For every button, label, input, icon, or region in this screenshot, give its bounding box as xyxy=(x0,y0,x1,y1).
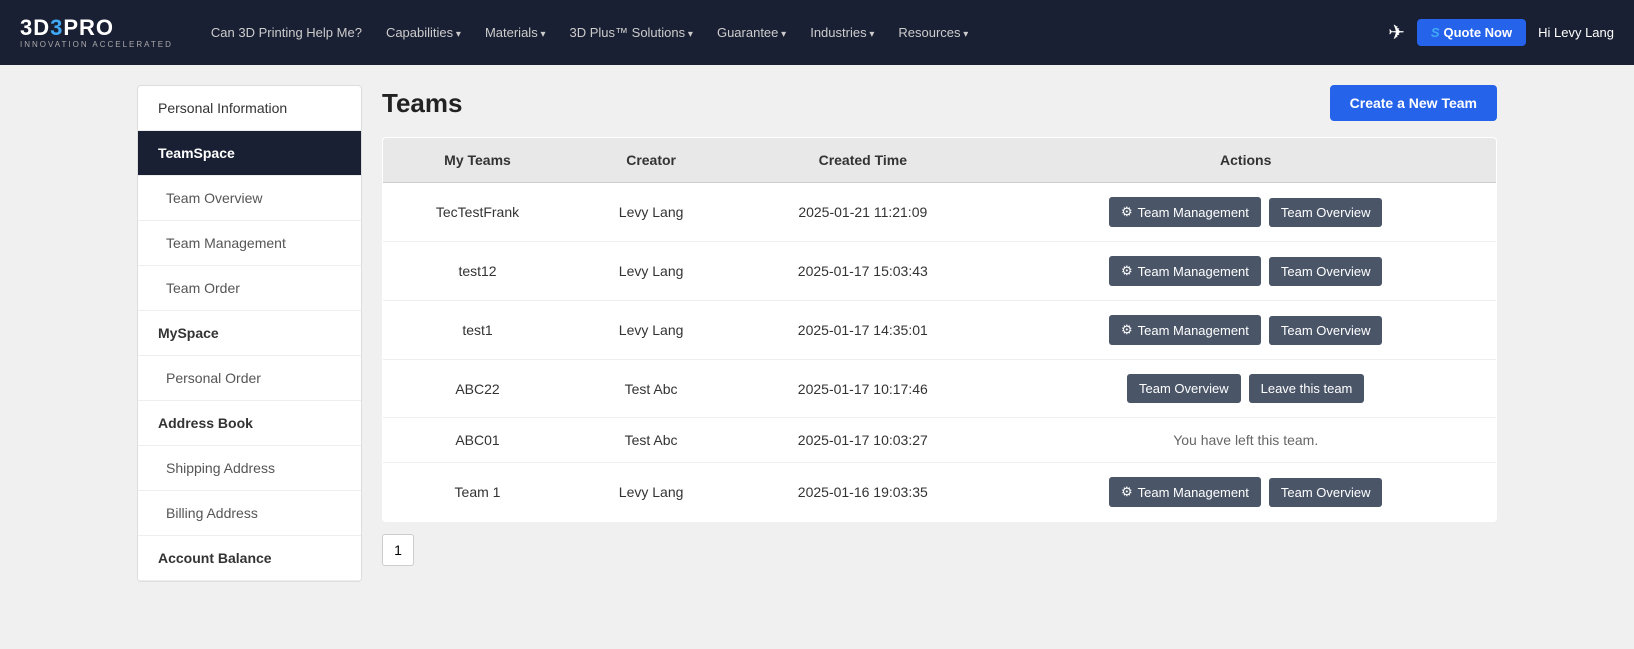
cell-creator: Levy Lang xyxy=(572,463,730,522)
team-overview-button[interactable]: Team Overview xyxy=(1269,257,1383,286)
cell-actions: ⚙ Team Management Team Overview xyxy=(995,183,1496,242)
sidebar-item-team-overview[interactable]: Team Overview xyxy=(138,176,361,221)
team-overview-button[interactable]: Team Overview xyxy=(1269,198,1383,227)
sidebar-item-account-balance[interactable]: Account Balance xyxy=(138,536,361,581)
cell-team-name: Team 1 xyxy=(383,463,573,522)
nav-link-help[interactable]: Can 3D Printing Help Me? xyxy=(201,17,372,48)
sidebar-item-billing-address[interactable]: Billing Address xyxy=(138,491,361,536)
content: Teams Create a New Team My Teams Creator… xyxy=(382,85,1497,582)
team-overview-button[interactable]: Team Overview xyxy=(1127,374,1241,403)
leave-team-button[interactable]: Leave this team xyxy=(1249,374,1365,403)
logo-text: 3D3PRO xyxy=(20,16,114,40)
nav-link-guarantee[interactable]: Guarantee xyxy=(707,17,796,48)
team-management-button[interactable]: ⚙ Team Management xyxy=(1109,256,1261,286)
cell-actions: Team Overview Leave this team xyxy=(995,360,1496,418)
sidebar-item-personal-order[interactable]: Personal Order xyxy=(138,356,361,401)
table-row: test12Levy Lang2025-01-17 15:03:43 ⚙ Team… xyxy=(383,242,1497,301)
col-created-time: Created Time xyxy=(730,138,995,183)
actions-container: ⚙ Team Management Team Overview xyxy=(1011,197,1480,227)
create-new-team-button[interactable]: Create a New Team xyxy=(1330,85,1497,121)
sidebar-item-team-order[interactable]: Team Order xyxy=(138,266,361,311)
cell-creator: Test Abc xyxy=(572,360,730,418)
team-overview-button[interactable]: Team Overview xyxy=(1269,478,1383,507)
cell-created-time: 2025-01-17 10:03:27 xyxy=(730,418,995,463)
sidebar-item-shipping-address[interactable]: Shipping Address xyxy=(138,446,361,491)
table-row: ABC22Test Abc2025-01-17 10:17:46 Team Ove… xyxy=(383,360,1497,418)
actions-container: ⚙ Team Management Team Overview xyxy=(1011,256,1480,286)
col-actions: Actions xyxy=(995,138,1496,183)
col-my-teams: My Teams xyxy=(383,138,573,183)
table-row: test1Levy Lang2025-01-17 14:35:01 ⚙ Team … xyxy=(383,301,1497,360)
cell-creator: Levy Lang xyxy=(572,242,730,301)
sidebar-item-myspace[interactable]: MySpace xyxy=(138,311,361,356)
nav-link-3dplus[interactable]: 3D Plus™ Solutions xyxy=(560,17,703,48)
team-management-button[interactable]: ⚙ Team Management xyxy=(1109,315,1261,345)
page-title: Teams xyxy=(382,88,462,119)
quote-now-button[interactable]: S Quote Now xyxy=(1417,19,1526,46)
sidebar-item-personal-information[interactable]: Personal Information xyxy=(138,86,361,131)
team-management-button[interactable]: ⚙ Team Management xyxy=(1109,197,1261,227)
nav-right: ✈ S Quote Now Hi Levy Lang xyxy=(1388,19,1614,46)
cell-team-name: test12 xyxy=(383,242,573,301)
cell-created-time: 2025-01-17 14:35:01 xyxy=(730,301,995,360)
nav-link-materials[interactable]: Materials xyxy=(475,17,556,48)
cell-team-name: ABC01 xyxy=(383,418,573,463)
cell-actions: ⚙ Team Management Team Overview xyxy=(995,463,1496,522)
team-management-button[interactable]: ⚙ Team Management xyxy=(1109,477,1261,507)
table-header: My Teams Creator Created Time Actions xyxy=(383,138,1497,183)
gear-icon: ⚙ xyxy=(1121,263,1133,279)
main-container: Personal Information TeamSpace Team Over… xyxy=(117,85,1517,582)
actions-container: ⚙ Team Management Team Overview xyxy=(1011,315,1480,345)
team-overview-button[interactable]: Team Overview xyxy=(1269,316,1383,345)
gear-icon: ⚙ xyxy=(1121,322,1133,338)
actions-container: ⚙ Team Management Team Overview xyxy=(1011,477,1480,507)
table-row: ABC01Test Abc2025-01-17 10:03:27 You have… xyxy=(383,418,1497,463)
teams-table: My Teams Creator Created Time Actions Te… xyxy=(382,137,1497,522)
quote-btn-label: Quote Now xyxy=(1444,25,1513,40)
nav-links: Can 3D Printing Help Me? Capabilities Ma… xyxy=(201,17,1388,48)
content-header: Teams Create a New Team xyxy=(382,85,1497,121)
cell-created-time: 2025-01-17 10:17:46 xyxy=(730,360,995,418)
navbar: 3D3PRO INNOVATION ACCELERATED Can 3D Pri… xyxy=(0,0,1634,65)
cell-team-name: ABC22 xyxy=(383,360,573,418)
actions-container: You have left this team. xyxy=(1011,432,1480,448)
gear-icon: ⚙ xyxy=(1121,484,1133,500)
logo: 3D3PRO INNOVATION ACCELERATED xyxy=(20,16,173,49)
sidebar: Personal Information TeamSpace Team Over… xyxy=(137,85,362,582)
cell-actions: ⚙ Team Management Team Overview xyxy=(995,242,1496,301)
pagination: 1 xyxy=(382,534,1497,566)
sidebar-item-address-book[interactable]: Address Book xyxy=(138,401,361,446)
cell-team-name: TecTestFrank xyxy=(383,183,573,242)
actions-container: Team Overview Leave this team xyxy=(1011,374,1480,403)
cell-actions: You have left this team. xyxy=(995,418,1496,463)
gear-icon: ⚙ xyxy=(1121,204,1133,220)
cell-created-time: 2025-01-16 19:03:35 xyxy=(730,463,995,522)
nav-link-capabilities[interactable]: Capabilities xyxy=(376,17,471,48)
sidebar-item-team-management[interactable]: Team Management xyxy=(138,221,361,266)
nav-link-industries[interactable]: Industries xyxy=(800,17,884,48)
page-1-button[interactable]: 1 xyxy=(382,534,414,566)
table-body: TecTestFrankLevy Lang2025-01-21 11:21:09… xyxy=(383,183,1497,522)
cell-creator: Levy Lang xyxy=(572,183,730,242)
sidebar-item-teamspace[interactable]: TeamSpace xyxy=(138,131,361,176)
cell-team-name: test1 xyxy=(383,301,573,360)
col-creator: Creator xyxy=(572,138,730,183)
user-greeting: Hi Levy Lang xyxy=(1538,25,1614,40)
logo-sub: INNOVATION ACCELERATED xyxy=(20,40,173,49)
table-row: Team 1Levy Lang2025-01-16 19:03:35 ⚙ Team… xyxy=(383,463,1497,522)
s-icon: S xyxy=(1431,25,1440,40)
cell-creator: Test Abc xyxy=(572,418,730,463)
cell-created-time: 2025-01-17 15:03:43 xyxy=(730,242,995,301)
nav-link-resources[interactable]: Resources xyxy=(888,17,978,48)
cell-creator: Levy Lang xyxy=(572,301,730,360)
cell-actions: ⚙ Team Management Team Overview xyxy=(995,301,1496,360)
table-row: TecTestFrankLevy Lang2025-01-21 11:21:09… xyxy=(383,183,1497,242)
airplane-icon: ✈ xyxy=(1388,20,1405,45)
left-team-message: You have left this team. xyxy=(1173,432,1318,448)
cell-created-time: 2025-01-21 11:21:09 xyxy=(730,183,995,242)
